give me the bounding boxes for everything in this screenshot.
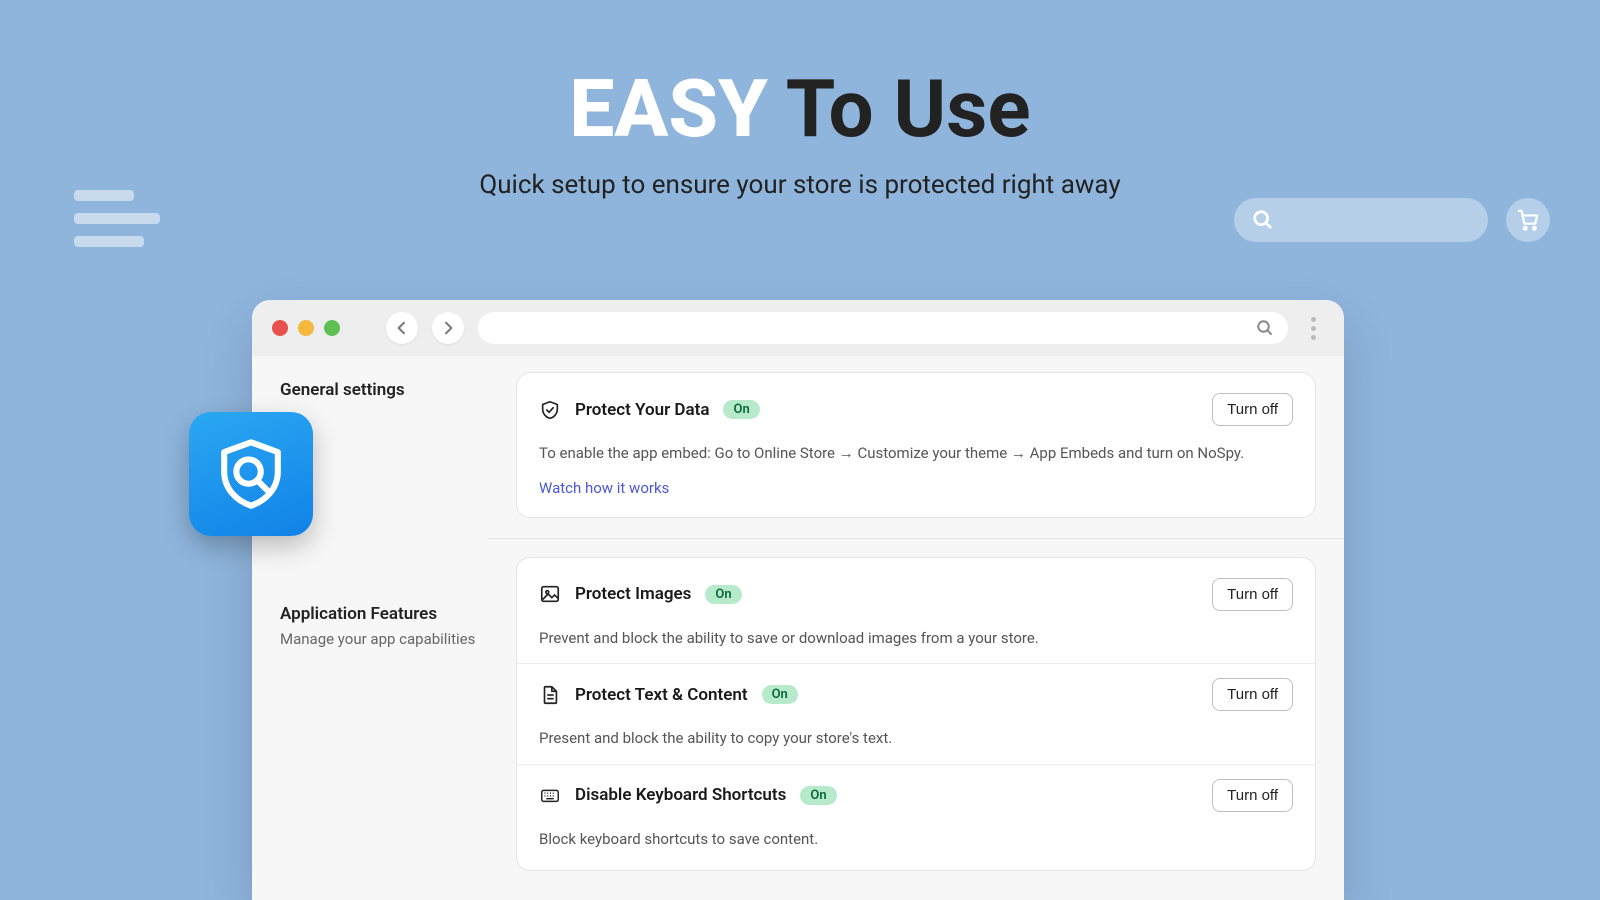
card-title: Protect Your Data [575, 400, 709, 420]
image-icon [539, 583, 561, 605]
hero-title: EASY To Use [0, 0, 1600, 156]
turn-off-button[interactable]: Turn off [1212, 578, 1293, 611]
hero-title-highlight: EASY [569, 62, 768, 156]
shield-check-icon [539, 399, 561, 421]
sidebar-features-sub: Manage your app capabilities [280, 630, 490, 648]
card-features: Protect Images On Turn off Prevent and b… [516, 557, 1316, 872]
shield-search-icon [212, 435, 290, 513]
hamburger-icon [74, 190, 160, 247]
sidebar-features-title: Application Features [280, 604, 490, 624]
keyboard-icon [539, 784, 561, 806]
feature-protect-images: Protect Images On Turn off Prevent and b… [539, 578, 1293, 650]
feature-title: Disable Keyboard Shortcuts [575, 785, 786, 805]
cart-icon [1517, 209, 1539, 231]
close-icon[interactable] [272, 320, 288, 336]
status-badge: On [762, 685, 798, 704]
main-content: Protect Your Data On Turn off To enable … [516, 372, 1316, 891]
arrow-right-icon [440, 320, 456, 336]
turn-off-button[interactable]: Turn off [1212, 393, 1293, 426]
status-badge: On [800, 786, 836, 805]
feature-title: Protect Text & Content [575, 685, 748, 705]
section-divider [488, 538, 1344, 539]
minimize-icon[interactable] [298, 320, 314, 336]
app-logo [189, 412, 313, 536]
feature-description: Prevent and block the ability to save or… [539, 627, 1293, 650]
app-window: General settings Application Features Ma… [252, 300, 1344, 900]
turn-off-button[interactable]: Turn off [1212, 779, 1293, 812]
feature-description: Block keyboard shortcuts to save content… [539, 828, 1293, 851]
search-input[interactable] [1234, 198, 1488, 242]
maximize-icon[interactable] [324, 320, 340, 336]
document-icon [539, 684, 561, 706]
back-button[interactable] [386, 312, 418, 344]
cart-button[interactable] [1506, 198, 1550, 242]
hero-subtitle: Quick setup to ensure your store is prot… [0, 170, 1600, 200]
arrow-left-icon [394, 320, 410, 336]
feature-disable-shortcuts: Disable Keyboard Shortcuts On Turn off B… [539, 779, 1293, 851]
divider [517, 764, 1315, 765]
feature-title: Protect Images [575, 584, 691, 604]
address-bar[interactable] [478, 312, 1288, 344]
hero-title-rest: To Use [768, 62, 1031, 156]
watch-link[interactable]: Watch how it works [539, 479, 669, 497]
status-badge: On [705, 585, 741, 604]
titlebar [252, 300, 1344, 356]
search-icon [1252, 209, 1274, 231]
status-badge: On [723, 400, 759, 419]
window-controls[interactable] [272, 320, 340, 336]
sidebar-general-title: General settings [280, 380, 490, 400]
divider [517, 663, 1315, 664]
more-menu[interactable] [1302, 317, 1324, 340]
card-description: To enable the app embed: Go to Online St… [539, 442, 1293, 465]
card-protect-data: Protect Your Data On Turn off To enable … [516, 372, 1316, 518]
feature-protect-text: Protect Text & Content On Turn off Prese… [539, 678, 1293, 750]
turn-off-button[interactable]: Turn off [1212, 678, 1293, 711]
forward-button[interactable] [432, 312, 464, 344]
search-icon [1256, 319, 1274, 337]
feature-description: Present and block the ability to copy yo… [539, 727, 1293, 750]
